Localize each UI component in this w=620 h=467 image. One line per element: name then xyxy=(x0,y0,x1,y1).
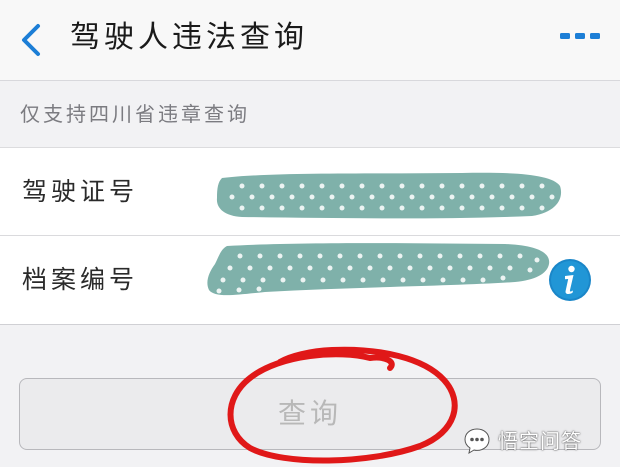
navigation-bar: 驾驶人违法查询 xyxy=(0,0,620,81)
archive-number-label: 档案编号 xyxy=(22,265,139,294)
info-icon[interactable] xyxy=(548,258,592,302)
license-number-row[interactable]: 驾驶证号 xyxy=(0,148,620,236)
query-form: 驾驶证号 档案编号 xyxy=(0,148,620,325)
notice-banner: 仅支持四川省违章查询 xyxy=(0,81,620,148)
license-number-label: 驾驶证号 xyxy=(22,177,139,206)
archive-number-redaction[interactable] xyxy=(205,240,555,302)
watermark-text: 悟空问答 xyxy=(498,429,582,453)
page-title: 驾驶人违法查询 xyxy=(70,20,308,55)
more-dots-icon[interactable] xyxy=(560,30,600,42)
license-number-redaction[interactable] xyxy=(212,170,564,220)
notice-text: 仅支持四川省违章查询 xyxy=(20,102,250,126)
watermark: 悟空问答 xyxy=(462,424,612,458)
chevron-left-icon[interactable] xyxy=(18,22,46,58)
speech-bubble-logo-icon xyxy=(464,428,490,455)
